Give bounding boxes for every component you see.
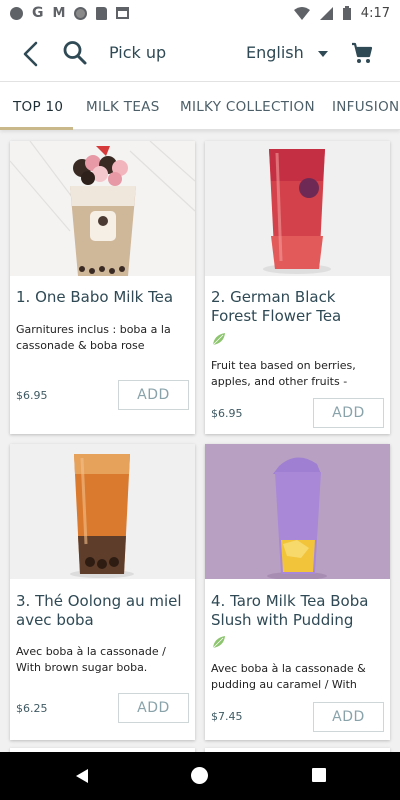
language-selector[interactable]: English [246, 43, 304, 62]
add-button[interactable]: ADD [118, 693, 189, 723]
top-app-bar: Pick up English [0, 26, 400, 82]
nav-back-icon[interactable] [74, 768, 90, 784]
dropdown-caret-icon[interactable] [317, 50, 329, 58]
product-image [10, 444, 195, 579]
status-bar: G M 4:17 [0, 0, 400, 26]
tab-milky-collection[interactable]: MILKY COLLECTION [180, 99, 315, 115]
signal-icon [319, 6, 333, 20]
product-image [205, 444, 390, 579]
category-tabs: TOP 10 MILK TEAS MILKY COLLECTION INFUSI… [0, 82, 400, 130]
wifi-icon [293, 6, 310, 20]
product-price: $6.95 [16, 389, 48, 402]
tab-infusion[interactable]: INFUSION [332, 99, 399, 115]
active-tab-indicator [0, 127, 73, 130]
battery-icon [342, 6, 351, 20]
vegetarian-leaf-icon [212, 636, 225, 649]
sync-icon [74, 6, 88, 20]
product-card-2[interactable]: 2. German Black Forest Flower Tea Fruit … [205, 141, 390, 434]
system-navigation-bar [0, 752, 400, 800]
cart-icon[interactable] [350, 41, 374, 65]
product-price: $7.45 [211, 710, 243, 723]
product-title[interactable]: 3. Thé Oolong au miel avec boba [16, 592, 191, 630]
nav-recents-icon[interactable] [312, 768, 326, 782]
sd-card-icon [96, 6, 108, 20]
product-image [10, 141, 195, 276]
add-button[interactable]: ADD [313, 398, 384, 428]
product-card-1[interactable]: 1. One Babo Milk Tea Garnitures inclus :… [10, 141, 195, 434]
nav-home-icon[interactable] [191, 767, 208, 784]
pickup-mode-label[interactable]: Pick up [109, 43, 166, 62]
product-title[interactable]: 2. German Black Forest Flower Tea [211, 288, 386, 326]
product-card-3[interactable]: 3. Thé Oolong au miel avec boba Avec bob… [10, 444, 195, 740]
add-button[interactable]: ADD [118, 380, 189, 410]
product-title[interactable]: 1. One Babo Milk Tea [16, 288, 191, 307]
add-button[interactable]: ADD [313, 702, 384, 732]
product-price: $6.25 [16, 702, 48, 715]
product-description: Fruit tea based on berries, apples, and … [211, 359, 356, 388]
gmail-icon: M [52, 5, 66, 21]
search-icon[interactable] [62, 39, 88, 67]
google-icon: G [32, 5, 44, 21]
product-description: Avec boba à la cassonade & pudding au ca… [211, 662, 366, 691]
clock: 4:17 [360, 5, 390, 21]
product-description: Garnitures inclus : boba a la cassonade … [16, 323, 171, 352]
product-image [205, 141, 390, 276]
calendar-icon [116, 7, 130, 19]
product-description: Avec boba à la cassonade / With brown su… [16, 645, 166, 674]
product-price: $6.95 [211, 407, 243, 420]
back-arrow-icon[interactable] [20, 40, 44, 68]
product-title[interactable]: 4. Taro Milk Tea Boba Slush with Pudding [211, 592, 386, 630]
tab-milk-teas[interactable]: MILK TEAS [86, 99, 160, 115]
record-dot-icon [10, 6, 23, 20]
tab-top-10[interactable]: TOP 10 [13, 99, 63, 115]
vegetarian-leaf-icon [212, 333, 225, 346]
product-card-4[interactable]: 4. Taro Milk Tea Boba Slush with Pudding… [205, 444, 390, 740]
